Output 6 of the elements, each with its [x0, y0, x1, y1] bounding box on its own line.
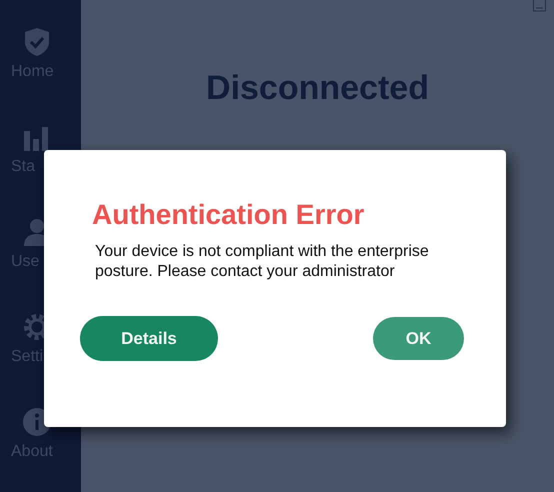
window-icon[interactable]: [533, 0, 546, 12]
details-button[interactable]: Details: [80, 316, 218, 361]
dialog-message: Your device is not compliant with the enterprise posture. Please contact your administrator: [95, 242, 430, 282]
status-title: Disconnected: [205, 68, 430, 108]
dialog-title: Authentication Error: [92, 198, 366, 232]
ok-button[interactable]: OK: [373, 317, 464, 360]
